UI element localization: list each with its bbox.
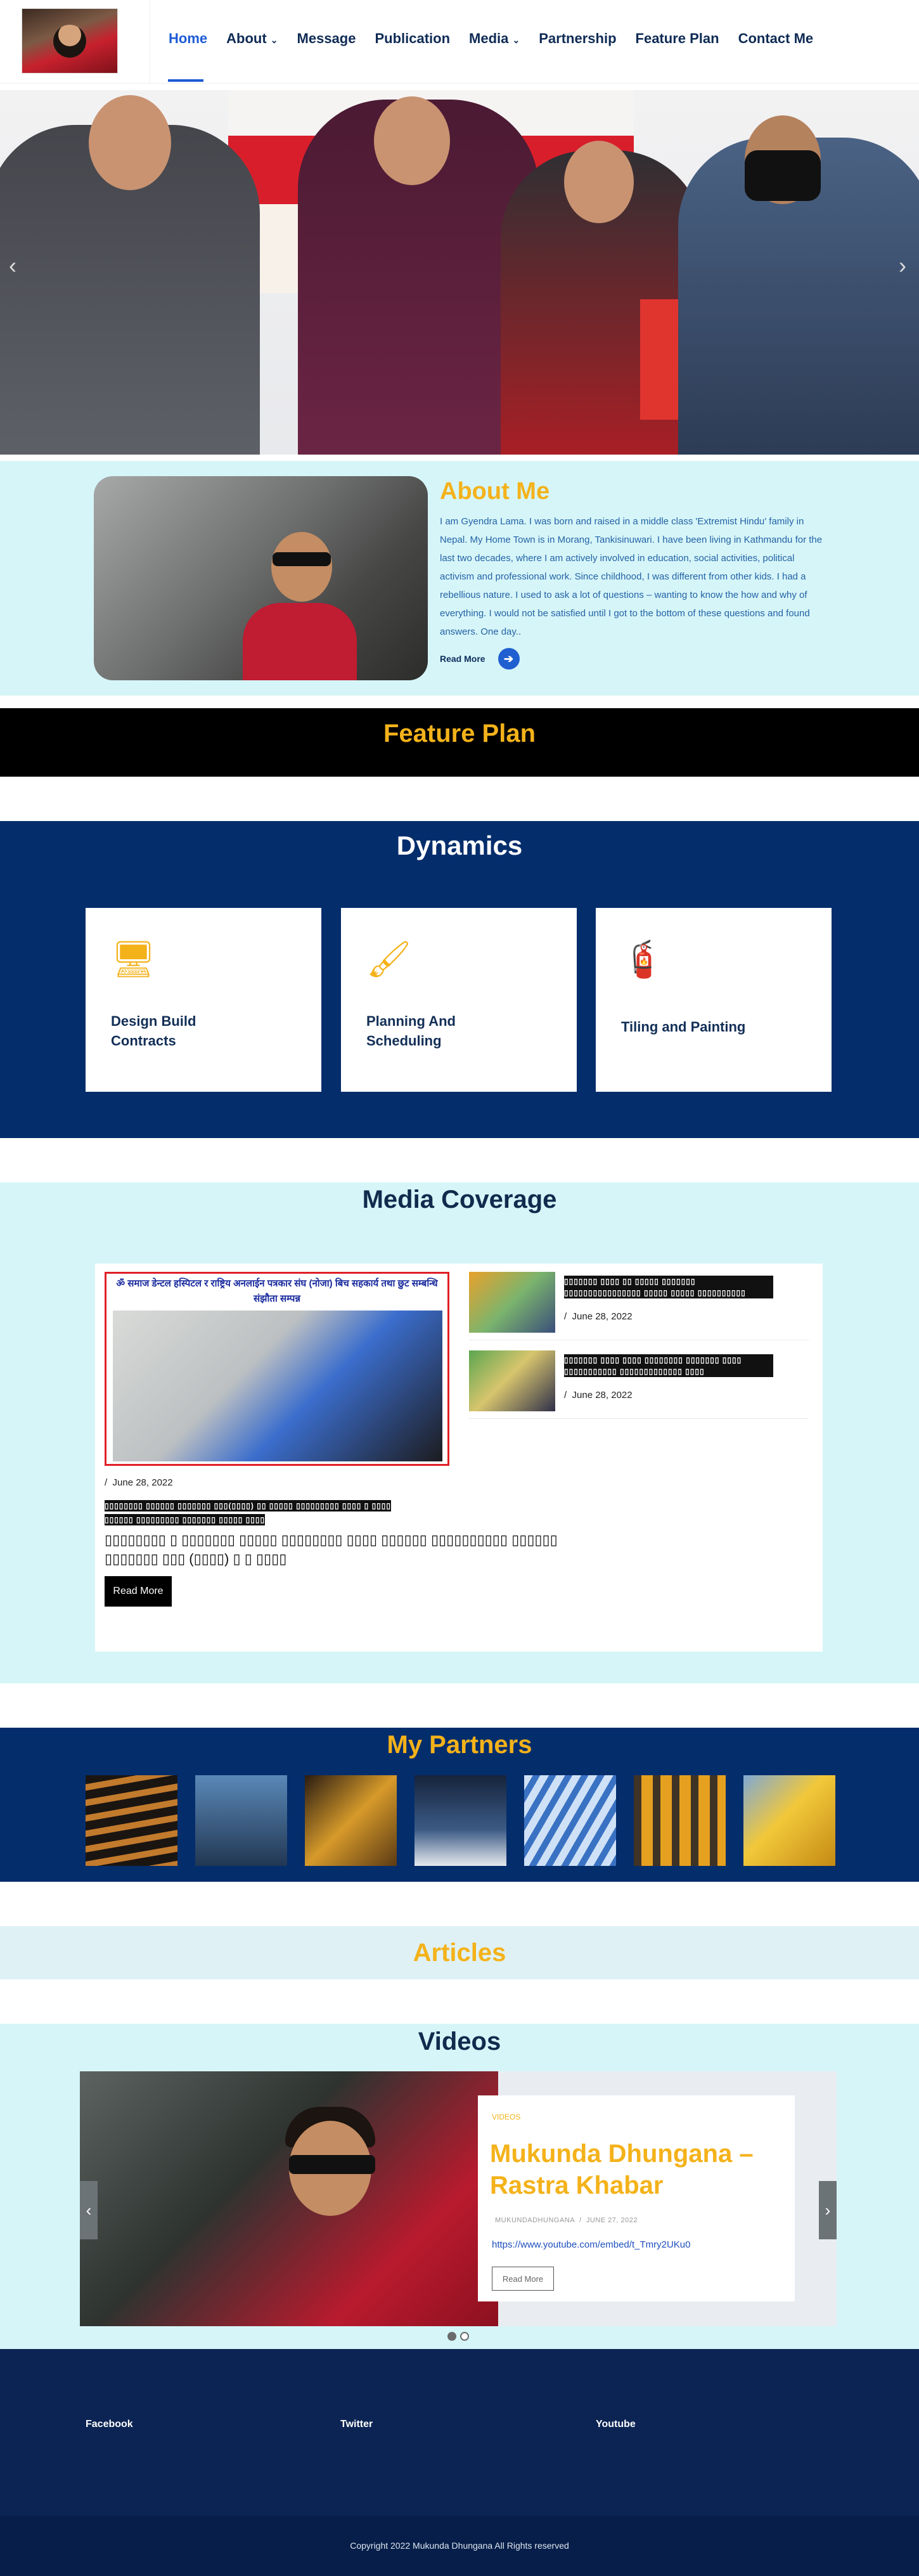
nav-item-message[interactable]: Message [297,30,356,47]
nav-item-media[interactable]: Media ⌄ [469,30,520,47]
video-author[interactable]: MUKUNDADHUNGANA [495,2217,575,2224]
date-separator: / [564,1390,567,1401]
date-separator: / [564,1311,567,1322]
hero-prev-arrow[interactable]: ‹ [9,252,16,279]
monitor-icon: 🖥 [111,939,157,979]
dynamics-card[interactable]: 🧯 Tiling and Painting [596,908,832,1092]
media-main-image[interactable]: ॐ समाज डेन्टल हस्पिटल र राष्ट्रिय अनलाईन… [105,1272,449,1466]
site-logo[interactable] [22,8,118,74]
media-side-title[interactable]: ▯▯▯▯▯▯▯ ▯▯▯▯ ▯▯ ▯▯▯▯▯ ▯▯▯▯▯▯▯ ▯▯▯▯▯▯▯▯▯▯… [564,1276,773,1298]
media-main-date-text: June 28, 2022 [112,1477,173,1488]
media-main-photo [113,1311,442,1461]
nav-item-publication[interactable]: Publication [375,30,450,47]
partner-logo[interactable] [415,1775,506,1866]
partners-title: My Partners [387,1731,532,1759]
hero-face-mask [745,150,821,201]
main-menu: Home About ⌄ Message Publication Media ⌄… [169,30,813,47]
video-link[interactable]: https://www.youtube.com/embed/t_Tmry2UKu… [492,2239,690,2250]
dynamics-title: Dynamics [396,831,523,860]
dynamics-card[interactable]: 🖥 Design Build Contracts [86,908,321,1092]
partner-logo[interactable] [743,1775,835,1866]
brush-icon: 🖌 [366,939,412,979]
media-side-date-text: June 28, 2022 [572,1390,633,1401]
about-title: About Me [440,478,550,505]
media-main-image-caption: ॐ समाज डेन्टल हस्पिटल र राष्ट्रिय अनलाईन… [106,1274,447,1312]
articles-title: Articles [413,1939,506,1967]
partner-logo[interactable] [634,1775,726,1866]
read-more-label: Read More [440,654,485,664]
footer-twitter-title: Twitter [340,2419,373,2430]
media-side-item[interactable]: ▯▯▯▯▯▯▯ ▯▯▯▯ ▯▯▯▯ ▯▯▯▯▯▯▯▯ ▯▯▯▯▯▯▯ ▯▯▯▯ … [469,1350,809,1419]
date-separator: / [105,1477,108,1488]
hero-slider [0,90,919,455]
arrow-right-icon: ➔ [498,648,520,670]
slider-dot-active[interactable] [447,2332,456,2341]
feature-plan-title: Feature Plan [383,720,536,748]
slider-dot[interactable] [460,2332,469,2341]
video-category-tag[interactable]: VIDEOS [492,2113,520,2121]
about-photo [94,476,428,680]
video-read-more-button[interactable]: Read More [492,2267,554,2291]
partner-logo[interactable] [524,1775,616,1866]
footer-youtube-title: Youtube [596,2419,636,2430]
media-side-title[interactable]: ▯▯▯▯▯▯▯ ▯▯▯▯ ▯▯▯▯ ▯▯▯▯▯▯▯▯ ▯▯▯▯▯▯▯ ▯▯▯▯ … [564,1354,773,1377]
nav-item-feature-plan[interactable]: Feature Plan [636,30,719,47]
about-text: I am Gyendra Lama. I was born and raised… [440,516,823,637]
media-side-thumb [469,1272,555,1333]
paint-roller-icon: 🧯 [621,939,665,979]
dynamics-card-label: Tiling and Painting [621,1019,746,1035]
articles-section: Articles [0,1926,919,1979]
nav-item-about-label: About [226,30,267,46]
media-side-date: / June 28, 2022 [564,1311,633,1322]
media-main-excerpt-line1: ▯▯▯▯▯▯▯▯ ▯ ▯▯▯▯▯▯▯ ▯▯▯▯▯ ▯▯▯▯▯▯▯▯ ▯▯▯▯ ▯… [105,1532,558,1548]
video-next-arrow[interactable]: › [819,2181,837,2239]
footer [0,2349,919,2516]
videos-title: Videos [418,2028,501,2055]
media-side-thumb [469,1350,555,1411]
media-main-date: / June 28, 2022 [105,1477,173,1488]
video-title[interactable]: Mukunda Dhungana – Rastra Khabar [490,2138,781,2201]
dynamics-card[interactable]: 🖌 Planning And Scheduling [341,908,577,1092]
hero-next-arrow[interactable]: › [899,252,906,279]
nav-item-contact[interactable]: Contact Me [738,30,814,47]
footer-facebook-title: Facebook [86,2419,133,2430]
nav-item-home[interactable]: Home [169,30,207,47]
hero-person-1-head [89,95,171,190]
media-side-date: / June 28, 2022 [564,1390,633,1401]
copyright-text: Copyright 2022 Mukunda Dhungana All Righ… [350,2540,569,2551]
media-read-more-button[interactable]: Read More [105,1576,172,1607]
partner-logo[interactable] [195,1775,287,1866]
hero-person-3-head [564,141,634,223]
partner-logo[interactable] [305,1775,397,1866]
video-date: JUNE 27, 2022 [586,2217,638,2224]
nav-item-partnership[interactable]: Partnership [539,30,616,47]
media-main-title-line1[interactable]: ▯▯▯▯▯▯▯▯ ▯▯▯▯▯▯ ▯▯▯▯▯▯▯ ▯▯▯(▯▯▯▯) ▯▯ ▯▯▯… [105,1500,391,1511]
media-side-date-text: June 28, 2022 [572,1311,633,1322]
video-meta: MUKUNDADHUNGANA / JUNE 27, 2022 [495,2217,638,2224]
dynamics-card-label: Design Build Contracts [111,1013,196,1049]
about-read-more-link[interactable]: Read More ➔ [440,648,520,670]
media-side-item[interactable]: ▯▯▯▯▯▯▯ ▯▯▯▯ ▯▯ ▯▯▯▯▯ ▯▯▯▯▯▯▯ ▯▯▯▯▯▯▯▯▯▯… [469,1272,809,1340]
video-prev-arrow[interactable]: ‹ [80,2181,98,2239]
media-coverage-title: Media Coverage [362,1186,557,1214]
copyright-bar: Copyright 2022 Mukunda Dhungana All Righ… [0,2516,919,2576]
media-main-excerpt-line2: ▯▯▯▯▯▯▯ ▯▯▯ (▯▯▯▯) ▯ ▯ ▯▯▯▯ [105,1551,287,1567]
video-thumbnail[interactable] [80,2071,498,2326]
nav-item-media-label: Media [469,30,509,46]
nav-item-about[interactable]: About ⌄ [226,30,278,47]
chevron-down-icon: ⌄ [270,35,278,45]
top-navbar: Home About ⌄ Message Publication Media ⌄… [0,0,919,84]
active-nav-indicator [168,79,203,82]
media-main-title-line2[interactable]: ▯▯▯▯▯▯ ▯▯▯▯▯▯▯▯▯ ▯▯▯▯▯▯▯ ▯▯▯▯▯ ▯▯▯▯ [105,1514,266,1525]
chevron-down-icon: ⌄ [512,35,520,45]
hero-person-2-head [374,96,450,185]
dynamics-card-label: Planning And Scheduling [366,1013,456,1049]
feature-plan-banner: Feature Plan [0,708,919,777]
partner-logo[interactable] [86,1775,177,1866]
